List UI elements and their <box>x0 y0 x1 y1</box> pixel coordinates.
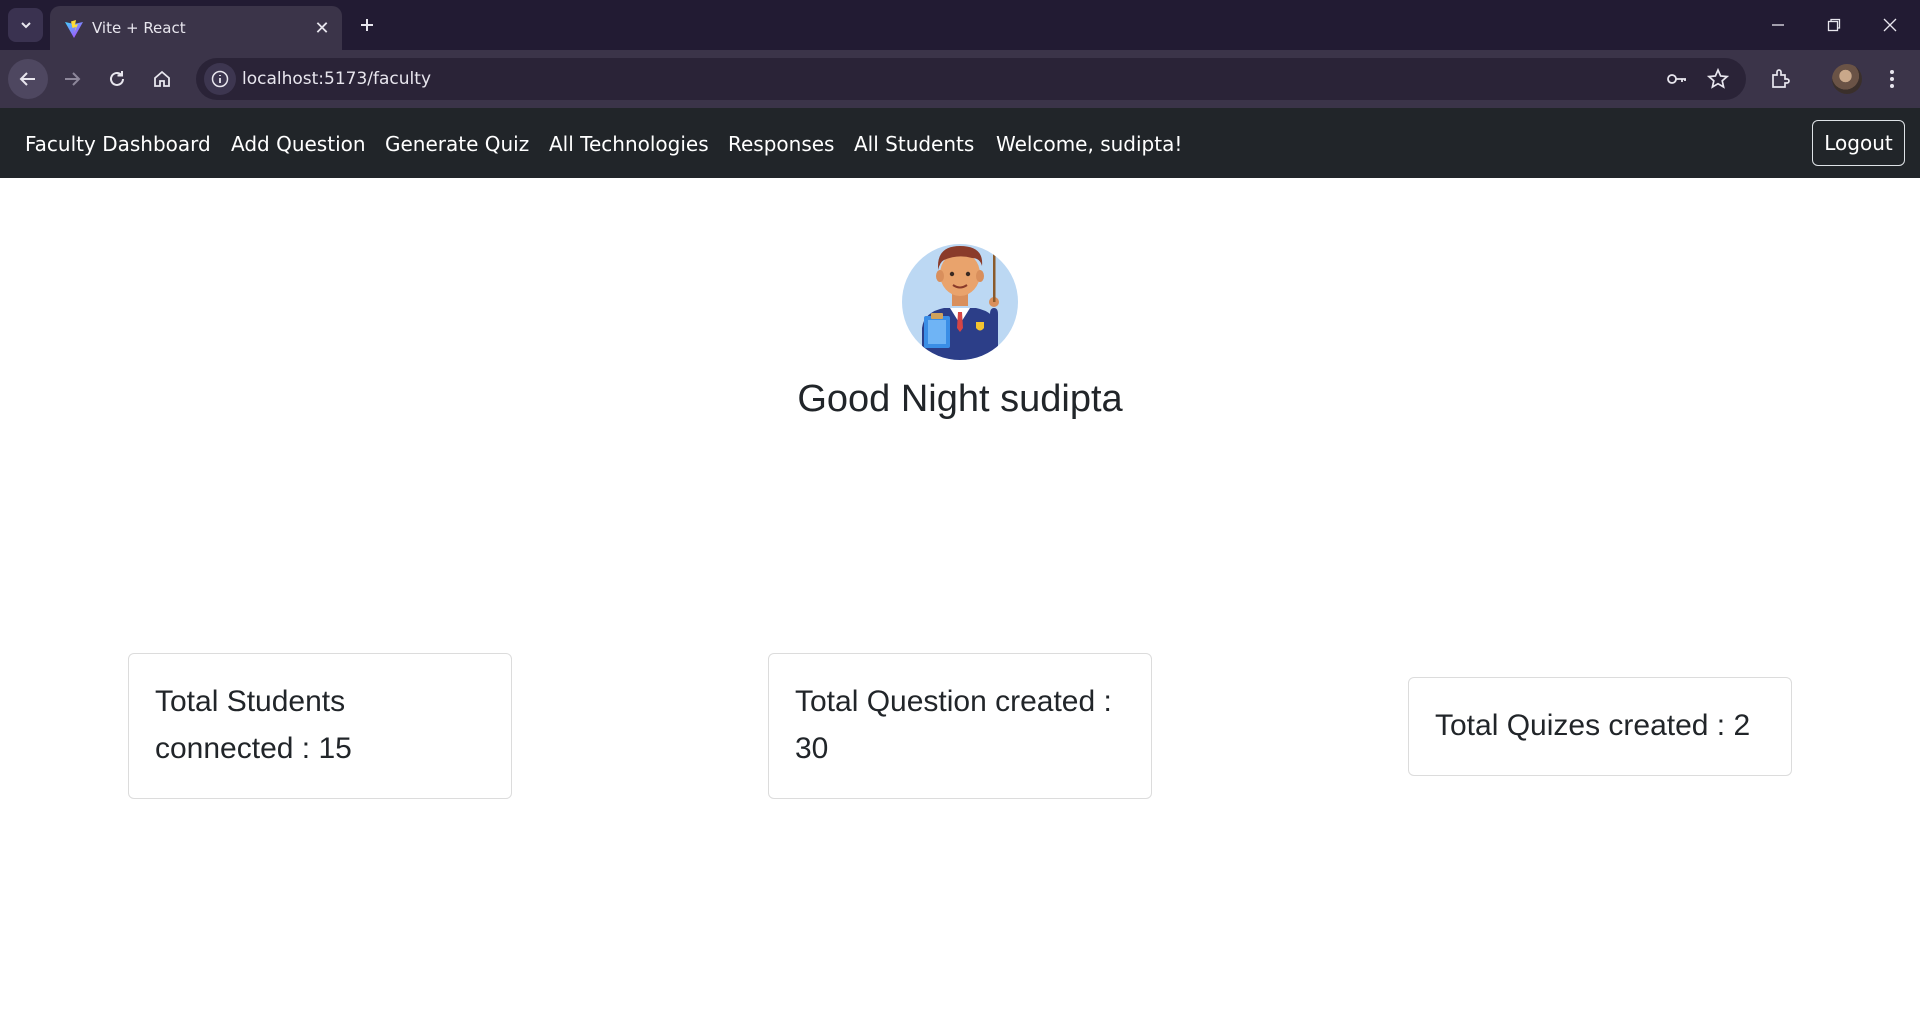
nav-link-all-students[interactable]: All Students <box>854 132 974 156</box>
stat-line: Total Students <box>155 685 346 718</box>
stat-card-quizzes: Total Quizes created : 2 <box>1408 677 1792 776</box>
arrow-left-icon <box>19 72 35 86</box>
password-key-icon[interactable] <box>1664 66 1690 92</box>
nav-link-add-question[interactable]: Add Question <box>231 132 366 156</box>
close-window-button[interactable] <box>1862 0 1918 50</box>
profile-avatar[interactable] <box>1832 64 1862 94</box>
restore-button[interactable] <box>1806 0 1862 50</box>
site-info-icon[interactable] <box>204 63 236 95</box>
forward-button[interactable] <box>52 59 92 99</box>
tab-search-button[interactable] <box>8 8 43 42</box>
stat-line: 30 <box>795 732 829 765</box>
address-bar[interactable]: localhost:5173/faculty <box>196 58 1746 100</box>
chevron-down-icon <box>20 22 31 29</box>
close-icon <box>1883 18 1897 32</box>
close-tab-icon[interactable]: ✕ <box>310 16 334 40</box>
welcome-text: Welcome, sudipta! <box>996 132 1183 156</box>
stat-line: Total Quizes created : 2 <box>1435 709 1751 742</box>
nav-brand-faculty-dashboard[interactable]: Faculty Dashboard <box>25 132 211 156</box>
browser-tabstrip: Vite + React ✕ <box>0 0 1920 50</box>
plus-icon <box>361 19 373 31</box>
nav-link-all-technologies[interactable]: All Technologies <box>549 132 709 156</box>
url-text[interactable]: localhost:5173/faculty <box>242 69 431 89</box>
minimize-icon <box>1772 24 1784 26</box>
reload-button[interactable] <box>97 59 137 99</box>
nav-link-responses[interactable]: Responses <box>728 132 834 156</box>
home-icon <box>154 70 170 87</box>
arrow-right-icon <box>65 72 81 86</box>
tab-title: Vite + React <box>92 19 186 37</box>
bookmark-star-icon[interactable] <box>1705 66 1731 92</box>
minimize-button[interactable] <box>1750 0 1806 50</box>
restore-icon <box>1827 18 1841 32</box>
vite-logo-icon <box>65 20 83 38</box>
nav-link-generate-quiz[interactable]: Generate Quiz <box>385 132 529 156</box>
stat-line: Total Question created : <box>795 685 1112 718</box>
browser-tab[interactable]: Vite + React ✕ <box>50 6 342 50</box>
stat-card-students: Total Students connected : 15 <box>128 653 512 799</box>
new-tab-button[interactable] <box>352 10 382 40</box>
reload-icon <box>110 71 124 86</box>
back-button[interactable] <box>8 59 48 99</box>
app-navbar: Faculty Dashboard Add Question Generate … <box>0 108 1920 178</box>
logout-button[interactable]: Logout <box>1812 120 1905 166</box>
home-button[interactable] <box>142 59 182 99</box>
teacher-illustration-icon <box>902 244 1018 360</box>
greeting-heading: Good Night sudipta <box>797 378 1123 420</box>
more-menu-icon[interactable] <box>1876 63 1908 95</box>
extensions-icon[interactable] <box>1764 63 1796 95</box>
stat-line: connected : 15 <box>155 732 352 765</box>
browser-toolbar: localhost:5173/faculty <box>0 50 1920 108</box>
stat-card-questions: Total Question created : 30 <box>768 653 1152 799</box>
